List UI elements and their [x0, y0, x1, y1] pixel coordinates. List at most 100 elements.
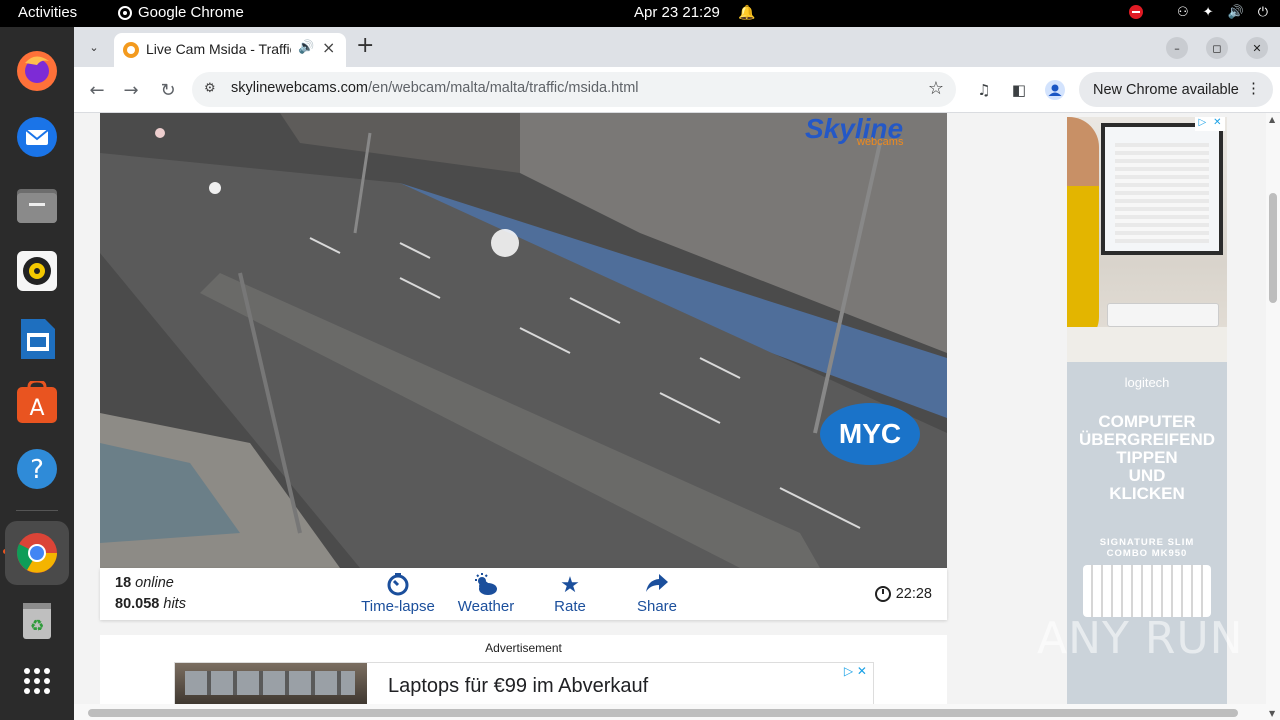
star-icon: ★: [560, 572, 580, 597]
ad-desk-image: [1067, 327, 1227, 362]
ad-product-image: [1083, 565, 1211, 617]
trash-icon: ♻: [23, 603, 51, 639]
weather-icon: [454, 572, 518, 598]
page-viewport: Skyline webcams MYC 18 online 80.058 hit…: [74, 113, 1280, 720]
rate-label: Rate: [554, 598, 586, 615]
chrome-window: ⌄ Live Cam Msida - Traffic 🔊 × + – ◻ ✕ ←…: [74, 27, 1280, 720]
horizontal-scrollbar[interactable]: [74, 704, 1266, 720]
media-controls-icon[interactable]: ♫: [973, 79, 995, 101]
help-icon: ?: [17, 449, 57, 489]
ad-brand: logitech: [1124, 375, 1170, 390]
vertical-scroll-thumb[interactable]: [1269, 193, 1277, 303]
rate-button[interactable]: ★ Rate: [550, 572, 590, 615]
chevron-down-icon: ⌄: [89, 40, 99, 54]
profile-avatar-icon[interactable]: [1044, 79, 1066, 101]
more-options-icon[interactable]: ⋮: [1246, 79, 1261, 97]
rhythmbox-launcher[interactable]: [13, 247, 61, 295]
grid-icon: [24, 668, 50, 694]
online-stat: 18 online: [115, 575, 174, 591]
timelapse-button[interactable]: Time-lapse: [361, 572, 435, 615]
minimize-button[interactable]: –: [1166, 37, 1188, 59]
new-tab-button[interactable]: +: [356, 33, 374, 58]
bookmark-star-icon[interactable]: ☆: [928, 78, 944, 99]
timelapse-icon: [361, 572, 435, 598]
side-panel-icon[interactable]: ◧: [1008, 79, 1030, 101]
rhythmbox-icon: [17, 251, 57, 291]
adchoices-icon[interactable]: ▷ ✕: [844, 664, 867, 678]
horizontal-scroll-thumb[interactable]: [88, 709, 1238, 717]
svg-text:A: A: [29, 396, 44, 421]
clock-icon: [874, 586, 891, 602]
side-adchoices-icon[interactable]: ▷ ✕: [1195, 117, 1225, 131]
svg-text:♻: ♻: [30, 616, 44, 635]
share-button[interactable]: Share: [633, 572, 681, 615]
thunderbird-icon: [17, 117, 57, 157]
ad-headline-line: KLICKEN: [1109, 484, 1185, 503]
activities-button[interactable]: Activities: [18, 4, 77, 21]
webcam-info-bar: 18 online 80.058 hits Time-lapse Weather…: [100, 568, 947, 620]
share-label: Share: [636, 598, 678, 615]
online-label: online: [135, 575, 174, 591]
help-launcher[interactable]: ?: [13, 445, 61, 493]
app-menu[interactable]: Google Chrome: [118, 4, 244, 21]
update-chrome-button[interactable]: New Chrome available ⋮: [1079, 72, 1273, 107]
app-center-launcher[interactable]: A: [13, 379, 61, 427]
ad-person-image: [1067, 117, 1099, 347]
close-window-button[interactable]: ✕: [1246, 37, 1268, 59]
scroll-up-icon[interactable]: ▲: [1269, 115, 1275, 124]
chrome-launcher[interactable]: [5, 521, 69, 585]
system-tray[interactable]: ⚇ ✦ 🔊 ⏻: [1128, 4, 1268, 20]
favicon-icon: [123, 42, 139, 58]
site-info-icon[interactable]: ⚙: [204, 81, 216, 96]
system-top-bar: Activities Google Chrome Apr 23 21:29 🔔 …: [0, 0, 1280, 27]
ad-headline: COMPUTER ÜBERGREIFEND TIPPEN UND KLICKEN: [1067, 413, 1227, 503]
thunderbird-launcher[interactable]: [13, 113, 61, 161]
maximize-button[interactable]: ◻: [1206, 37, 1228, 59]
show-apps-button[interactable]: [13, 657, 61, 705]
trash-launcher[interactable]: ♻: [13, 595, 61, 643]
hits-stat: 80.058 hits: [115, 596, 186, 612]
laptop-ad-banner[interactable]: Laptops für €99 im Abverkauf ▷ ✕: [174, 662, 874, 709]
system-clock[interactable]: Apr 23 21:29: [634, 4, 720, 21]
ad-product-line: COMBO MK950: [1106, 548, 1188, 559]
ad-headline-line: UND: [1128, 466, 1166, 485]
writer-icon: [21, 319, 55, 359]
power-icon: ⏻: [1257, 4, 1268, 19]
adchoices-triangle-icon: ▷: [1198, 117, 1207, 128]
scroll-down-icon[interactable]: ▼: [1269, 709, 1275, 718]
close-tab-icon[interactable]: ×: [322, 38, 335, 57]
weather-label: Weather: [457, 598, 515, 615]
address-bar[interactable]: ⚙ skylinewebcams.com/en/webcam/malta/mal…: [192, 72, 956, 107]
tab-title: Live Cam Msida - Traffic: [146, 41, 291, 57]
chrome-icon: [17, 533, 57, 573]
ad-close-icon: ✕: [1213, 117, 1222, 128]
tab-search-button[interactable]: ⌄: [82, 35, 106, 59]
share-icon: [633, 572, 681, 598]
anyrun-watermark: ANY RUN: [1037, 613, 1244, 664]
update-indicator-icon[interactable]: [1128, 5, 1143, 19]
firefox-launcher[interactable]: [13, 47, 61, 95]
url-text[interactable]: skylinewebcams.com/en/webcam/malta/malta…: [231, 80, 639, 96]
back-button[interactable]: ←: [84, 77, 110, 103]
weather-button[interactable]: Weather: [454, 572, 518, 615]
reload-button[interactable]: ↻: [155, 77, 181, 103]
vertical-scrollbar[interactable]: ▲ ▼: [1266, 113, 1280, 720]
local-time-value: 22:28: [895, 586, 932, 602]
files-launcher[interactable]: [13, 181, 61, 229]
dock-separator: [16, 510, 58, 511]
tab-strip: ⌄ Live Cam Msida - Traffic 🔊 × + – ◻ ✕: [74, 27, 1280, 67]
webcam-column: Skyline webcams MYC 18 online 80.058 hit…: [100, 113, 947, 720]
dock: A ? ♻: [0, 27, 74, 720]
online-count: 18: [115, 575, 132, 591]
url-path: /en/webcam/malta/malta/traffic/msida.htm…: [368, 80, 639, 96]
audio-playing-icon[interactable]: 🔊: [298, 40, 314, 55]
webcam-video[interactable]: Skyline webcams MYC: [100, 113, 947, 568]
ad-headline-line: ÜBERGREIFEND: [1078, 430, 1215, 449]
libreoffice-writer-launcher[interactable]: [13, 315, 61, 363]
timelapse-label: Time-lapse: [361, 598, 435, 615]
forward-button[interactable]: →: [118, 77, 144, 103]
local-time: 22:28: [874, 586, 932, 602]
tab-live-cam[interactable]: Live Cam Msida - Traffic 🔊 ×: [114, 33, 346, 67]
app-center-icon: A: [17, 381, 57, 423]
bell-icon: 🔔: [738, 4, 756, 20]
